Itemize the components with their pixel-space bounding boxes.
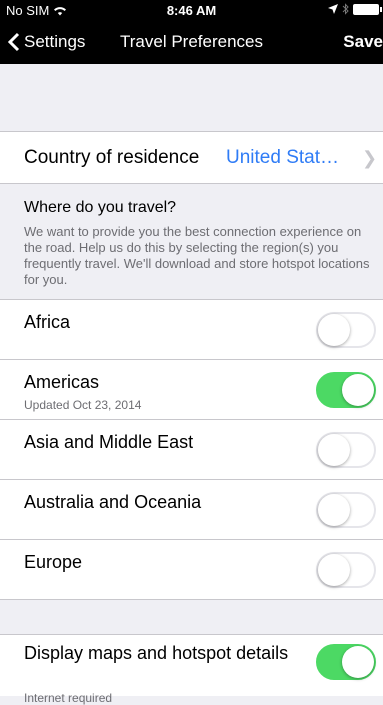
travel-description: We want to provide you the best connecti… bbox=[24, 224, 370, 287]
region-row-australia[interactable]: Australia and Oceania bbox=[0, 479, 383, 539]
chevron-left-icon bbox=[8, 32, 20, 52]
region-label: Asia and Middle East bbox=[24, 432, 194, 452]
toggle-knob bbox=[342, 646, 374, 678]
battery-icon bbox=[353, 3, 382, 15]
country-of-residence-row[interactable]: Country of residence United Stat… ❯ bbox=[0, 132, 383, 184]
travel-section-header: Where do you travel? We want to provide … bbox=[0, 184, 383, 299]
toggle-knob bbox=[342, 374, 374, 406]
region-toggle-asia[interactable] bbox=[316, 432, 376, 468]
navigation-bar: Settings Travel Preferences Save bbox=[0, 20, 383, 64]
region-row-africa[interactable]: Africa bbox=[0, 299, 383, 359]
travel-heading: Where do you travel? bbox=[24, 199, 177, 216]
region-toggle-africa[interactable] bbox=[316, 312, 376, 348]
region-toggle-australia[interactable] bbox=[316, 492, 376, 528]
toggle-knob bbox=[318, 434, 350, 466]
region-label: Australia and Oceania bbox=[24, 492, 202, 512]
toggle-knob bbox=[318, 314, 350, 346]
location-arrow-icon bbox=[328, 4, 338, 14]
status-right bbox=[328, 3, 382, 15]
region-row-asia[interactable]: Asia and Middle East bbox=[0, 419, 383, 479]
internet-required-note: Internet required bbox=[24, 691, 113, 705]
back-button[interactable]: Settings bbox=[8, 20, 85, 64]
region-updated-date: Updated Oct 23, 2014 bbox=[24, 398, 142, 412]
region-label: Africa bbox=[24, 312, 71, 332]
bluetooth-icon bbox=[342, 3, 349, 15]
top-spacer bbox=[0, 64, 383, 132]
region-label: Americas bbox=[24, 372, 100, 392]
region-toggle-americas[interactable] bbox=[316, 372, 376, 408]
status-bar: No SIM 8:46 AM bbox=[0, 0, 383, 20]
display-maps-row[interactable]: Display maps and hotspot details Interne… bbox=[0, 635, 383, 705]
chevron-right-icon: ❯ bbox=[362, 148, 378, 168]
country-value: United Stat… bbox=[226, 147, 339, 168]
back-button-label: Settings bbox=[24, 32, 86, 51]
toggle-knob bbox=[318, 494, 350, 526]
page-title: Travel Preferences bbox=[120, 32, 263, 51]
region-label: Europe bbox=[24, 552, 83, 572]
display-maps-label: Display maps and hotspot details bbox=[24, 643, 289, 663]
status-time: 8:46 AM bbox=[166, 3, 217, 18]
section-spacer bbox=[0, 599, 383, 635]
region-toggle-europe[interactable] bbox=[316, 552, 376, 588]
save-button[interactable]: Save bbox=[343, 20, 383, 64]
display-maps-toggle[interactable] bbox=[316, 644, 376, 680]
region-row-americas[interactable]: Americas Updated Oct 23, 2014 bbox=[0, 359, 383, 419]
region-row-europe[interactable]: Europe bbox=[0, 539, 383, 599]
country-label: Country of residence bbox=[24, 147, 200, 168]
toggle-knob bbox=[318, 554, 350, 586]
